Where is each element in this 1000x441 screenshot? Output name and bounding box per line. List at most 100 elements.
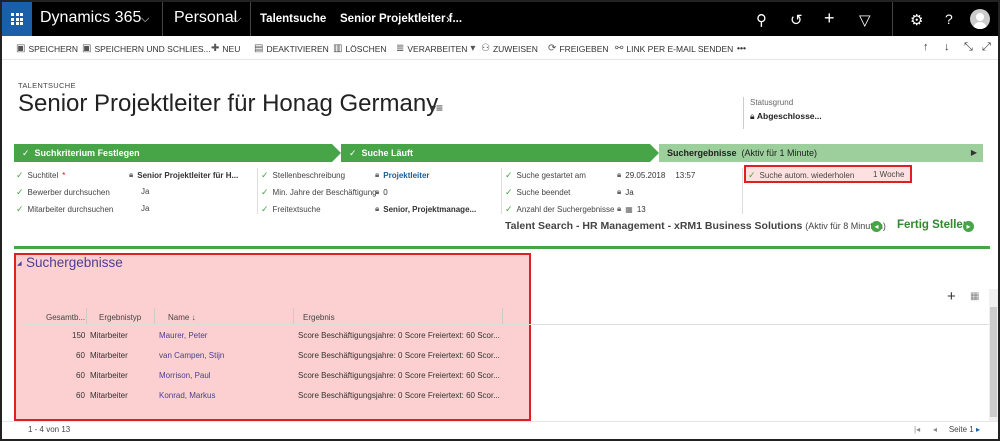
- column-header-name[interactable]: Name ↓: [168, 313, 196, 322]
- arrow-down-icon[interactable]: ↓: [944, 41, 950, 53]
- check-icon: ✓: [261, 170, 269, 180]
- step-search-employees[interactable]: ✓ Mitarbeiter durchsuchen: [16, 204, 113, 215]
- stage-search-running[interactable]: ✓ Suche Läuft: [341, 144, 650, 162]
- deactivate-label: DEAKTIVIEREN: [266, 43, 329, 54]
- step-auto-repeat[interactable]: ✓ Suche autom. wiederholen: [748, 170, 854, 181]
- check-icon: ✓: [16, 187, 24, 197]
- row-type: Mitarbeiter: [90, 331, 128, 340]
- app-launcher-button[interactable]: [2, 2, 32, 36]
- next-page-icon[interactable]: ▸: [976, 425, 980, 434]
- step-search-title-value[interactable]: 🔒︎ Senior Projektleiter für H...: [129, 170, 238, 180]
- status-label: Statusgrund: [750, 98, 794, 107]
- previous-page-icon[interactable]: ◂: [933, 425, 937, 434]
- form-selector-icon[interactable]: ▾≡: [430, 101, 443, 115]
- chevron-right-icon[interactable]: ›: [446, 12, 450, 26]
- stage-define-criteria[interactable]: ✓ Suchkriterium Festlegen: [14, 144, 332, 162]
- column-header-result[interactable]: Ergebnis: [303, 313, 335, 322]
- finish-button[interactable]: Fertig Stellen: [897, 219, 970, 231]
- assign-button[interactable]: ⚇ ZUWEISEN: [481, 43, 538, 54]
- previous-stage-button[interactable]: ◂: [871, 221, 882, 232]
- stage-search-results[interactable]: Suchergebnisse (Aktiv für 1 Minute) ▶: [659, 144, 983, 162]
- step-free-text[interactable]: ✓ Freitextsuche: [261, 204, 321, 215]
- column-header-type[interactable]: Ergebnistyp: [99, 313, 141, 322]
- share-button[interactable]: ⟳ FREIGEBEN: [548, 43, 609, 54]
- arrow-left-icon: ◂: [874, 222, 879, 231]
- grid-view-icon[interactable]: ▦: [970, 291, 979, 302]
- row-name-link[interactable]: Morrison, Paul: [159, 371, 211, 380]
- flag-icon[interactable]: ▶: [971, 148, 977, 157]
- row-name-link[interactable]: Konrad, Markus: [159, 391, 215, 400]
- collapse-icon[interactable]: ⤡: [964, 41, 973, 54]
- top-navigation-bar: Dynamics 365 ⌵ Personal ⌵ Talentsuche Se…: [2, 2, 998, 36]
- column-header-score[interactable]: Gesamtb...: [46, 313, 85, 322]
- history-icon[interactable]: ↺: [790, 11, 803, 29]
- row-name[interactable]: Konrad, Markus: [159, 391, 215, 400]
- row-name[interactable]: Morrison, Paul: [159, 371, 211, 380]
- waffle-icon: [11, 13, 23, 25]
- area-name[interactable]: Personal: [174, 9, 237, 27]
- save-close-button[interactable]: ▣ SPEICHERN UND SCHLIES...: [82, 43, 211, 54]
- section-title[interactable]: Suchergebnisse: [26, 255, 123, 270]
- help-icon[interactable]: ?: [945, 11, 953, 27]
- app-name[interactable]: Dynamics 365: [40, 9, 141, 27]
- share-label: FREIGEBEN: [559, 43, 609, 54]
- step-min-years[interactable]: ✓ Min. Jahre der Beschäftigung: [261, 187, 377, 198]
- row-score: 60: [76, 371, 85, 380]
- step-search-started[interactable]: ✓ Suche gestartet am: [505, 170, 586, 181]
- step-value: 13: [636, 204, 646, 214]
- row-name[interactable]: Maurer, Peter: [159, 331, 207, 340]
- deactivate-button[interactable]: ▤ DEAKTIVIEREN: [254, 43, 329, 54]
- first-page-icon[interactable]: |◂: [914, 425, 920, 434]
- divider: [501, 168, 502, 214]
- check-icon: ✓: [16, 204, 24, 214]
- user-avatar[interactable]: [970, 9, 990, 29]
- step-free-text-value[interactable]: 🔒︎ Senior, Projektmanage...: [375, 204, 476, 214]
- delete-button[interactable]: ▥ LÖSCHEN: [333, 43, 387, 54]
- plus-icon[interactable]: +: [824, 8, 835, 29]
- step-search-applicants[interactable]: ✓ Bewerber durchsuchen: [16, 187, 110, 198]
- step-search-finished[interactable]: ✓ Suche beendet: [505, 187, 570, 198]
- new-button[interactable]: ✚ NEU: [211, 43, 240, 54]
- step-search-finished-value[interactable]: 🔒︎ Ja: [617, 187, 634, 197]
- row-result: Score Beschäftigungsjahre: 0 Score Freie…: [298, 331, 500, 340]
- filter-icon[interactable]: ▽: [859, 11, 871, 29]
- step-result-count[interactable]: ✓ Anzahl der Suchergebnisse: [505, 204, 614, 215]
- page-indicator: Seite 1 ▸: [949, 425, 980, 434]
- step-min-years-value[interactable]: 🔒︎ 0: [375, 187, 388, 197]
- save-button[interactable]: ▣ SPEICHERN: [16, 43, 78, 54]
- row-name[interactable]: van Campen, Stijn: [159, 351, 224, 360]
- step-auto-repeat-value[interactable]: 1 Woche: [873, 170, 904, 179]
- step-search-title[interactable]: ✓ Suchtitel *: [16, 170, 65, 181]
- step-label: Freitextsuche: [272, 205, 321, 214]
- breadcrumb-entity[interactable]: Talentsuche: [260, 13, 326, 25]
- row-type: Mitarbeiter: [90, 351, 128, 360]
- search-icon[interactable]: ⚲: [756, 11, 767, 29]
- step-job-description-value[interactable]: 🔒︎ Projektleiter: [375, 170, 430, 180]
- chevron-down-icon[interactable]: ⌵: [233, 13, 241, 26]
- breadcrumb-record[interactable]: Senior Projektleiter f...: [340, 13, 462, 25]
- collapse-caret-icon[interactable]: ◢: [17, 260, 22, 267]
- row-name-link[interactable]: Maurer, Peter: [159, 331, 207, 340]
- step-search-applicants-value[interactable]: Ja: [141, 187, 149, 196]
- chevron-down-icon[interactable]: ⌵: [141, 13, 149, 26]
- email-link-button[interactable]: ⚯ LINK PER E-MAIL SENDEN: [615, 43, 733, 54]
- save-close-icon: ▣: [82, 43, 92, 54]
- status-value[interactable]: 🔒︎ Abgeschlosse...: [750, 111, 822, 122]
- stage-duration: (Aktiv für 1 Minute): [741, 148, 818, 158]
- gear-icon[interactable]: ⚙: [910, 11, 923, 29]
- row-name-link[interactable]: van Campen, Stijn: [159, 351, 224, 360]
- step-search-employees-value[interactable]: Ja: [141, 204, 149, 213]
- check-icon: ✓: [505, 187, 513, 197]
- step-result-count-value[interactable]: 🔒︎ ▦ 13: [617, 204, 646, 214]
- save-close-label: SPEICHERN UND SCHLIES...: [94, 43, 211, 54]
- app-window: Dynamics 365 ⌵ Personal ⌵ Talentsuche Se…: [0, 0, 1000, 441]
- arrow-up-icon[interactable]: ↑: [923, 41, 929, 53]
- more-commands-button[interactable]: •••: [737, 43, 746, 53]
- process-button[interactable]: ≣ VERARBEITEN ▾: [396, 43, 475, 54]
- scrollbar-thumb[interactable]: [990, 307, 997, 417]
- step-job-description[interactable]: ✓ Stellenbeschreibung: [261, 170, 345, 181]
- add-record-icon[interactable]: +: [947, 288, 956, 305]
- next-stage-button[interactable]: ▸: [963, 221, 974, 232]
- step-search-started-value[interactable]: 🔒︎ 29.05.2018 13:57: [617, 170, 695, 180]
- expand-icon[interactable]: ⤢: [982, 41, 991, 54]
